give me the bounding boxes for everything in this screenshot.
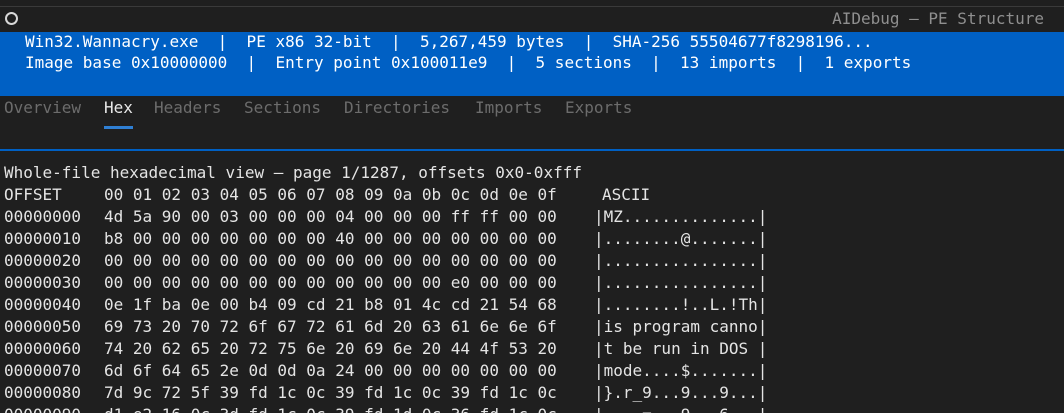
tab-overview[interactable]: Overview: [4, 98, 81, 126]
window-title: AIDebug — PE Structure: [832, 9, 1044, 28]
hex-row-offset: 00000040: [4, 295, 82, 314]
hex-header-row: OFFSET 00 01 02 03 04 05 06 07 08 09 0a …: [4, 184, 650, 206]
hex-row-bytes: 74 20 62 65 20 72 75 6e 20 69 6e 20 44 4…: [104, 339, 557, 358]
hex-row-ascii: |....=...9...6...|: [594, 404, 767, 413]
hex-row-offset: 00000050: [4, 317, 82, 336]
hex-row[interactable]: 00000060 74 20 62 65 20 72 75 6e 20 69 6…: [4, 338, 767, 360]
hex-row-bytes: 69 73 20 70 72 6f 67 72 61 6d 20 63 61 6…: [104, 317, 557, 336]
hex-row[interactable]: 00000070 6d 6f 64 65 2e 0d 0d 0a 24 00 0…: [4, 360, 767, 382]
hex-row-ascii: |................|: [594, 273, 768, 292]
hex-row-ascii: |........@.......|: [594, 229, 768, 248]
hex-row-ascii: |t be run in DOS |: [594, 339, 768, 358]
byte-index-header: 00 01 02 03 04 05 06 07 08 09 0a 0b 0c 0…: [104, 185, 557, 204]
title-bar-divider: [0, 6, 1064, 7]
hex-row-bytes: 6d 6f 64 65 2e 0d 0d 0a 24 00 00 00 00 0…: [104, 361, 557, 380]
hex-row-ascii: |........!..L.!Th|: [594, 295, 768, 314]
hex-row-bytes: 7d 9c 72 5f 39 fd 1c 0c 39 fd 1c 0c 39 f…: [104, 383, 557, 402]
hex-row-ascii: |................|: [594, 251, 768, 270]
offset-column-header: OFFSET: [4, 185, 62, 204]
hex-row-bytes: b8 00 00 00 00 00 00 00 40 00 00 00 00 0…: [104, 229, 557, 248]
hex-row-ascii: |MZ..............|: [594, 207, 768, 226]
hex-row-offset: 00000000: [4, 207, 82, 226]
file-info-banner: Win32.Wannacry.exe | PE x86 32-bit | 5,2…: [0, 32, 1064, 96]
tab-divider: [0, 149, 1064, 151]
hex-row-ascii: |is program canno|: [594, 317, 768, 336]
tab-headers[interactable]: Headers: [154, 98, 221, 126]
hex-row[interactable]: 00000090 d1 e2 16 0c 3d fd 1c 0c 39 fd 1…: [4, 404, 767, 413]
file-summary-line: Win32.Wannacry.exe | PE x86 32-bit | 5,2…: [25, 32, 873, 51]
hex-row[interactable]: 00000010 b8 00 00 00 00 00 00 00 40 00 0…: [4, 228, 767, 250]
hex-row-bytes: 00 00 00 00 00 00 00 00 00 00 00 00 00 0…: [104, 251, 557, 270]
hex-row-offset: 00000060: [4, 339, 82, 358]
tab-imports[interactable]: Imports: [475, 98, 542, 126]
pe-summary-line: Image base 0x10000000 | Entry point 0x10…: [25, 53, 912, 72]
hex-row[interactable]: 00000030 00 00 00 00 00 00 00 00 00 00 0…: [4, 272, 767, 294]
ascii-column-header: ASCII: [602, 185, 651, 204]
hex-row[interactable]: 00000050 69 73 20 70 72 6f 67 72 61 6d 2…: [4, 316, 767, 338]
hex-row-offset: 00000030: [4, 273, 82, 292]
hex-row[interactable]: 00000080 7d 9c 72 5f 39 fd 1c 0c 39 fd 1…: [4, 382, 767, 404]
hex-row[interactable]: 00000000 4d 5a 90 00 03 00 00 00 04 00 0…: [4, 206, 767, 228]
hex-row-bytes: d1 e2 16 0c 3d fd 1c 0c 39 fd 1d 0c 36 f…: [104, 404, 557, 413]
hex-row-bytes: 00 00 00 00 00 00 00 00 00 00 00 00 e0 0…: [104, 273, 557, 292]
hex-row-offset: 00000020: [4, 251, 82, 270]
hex-row[interactable]: 00000020 00 00 00 00 00 00 00 00 00 00 0…: [4, 250, 767, 272]
tab-hex[interactable]: Hex: [104, 98, 133, 129]
hex-caption: Whole-file hexadecimal view — page 1/128…: [4, 163, 582, 182]
tab-bar: Overview Hex Headers Sections Directorie…: [0, 96, 1064, 132]
tab-directories[interactable]: Directories: [344, 98, 450, 126]
circle-menu-icon[interactable]: [5, 12, 18, 25]
hex-row-offset: 00000080: [4, 383, 82, 402]
hex-row-bytes: 0e 1f ba 0e 00 b4 09 cd 21 b8 01 4c cd 2…: [104, 295, 557, 314]
hex-row-ascii: |mode....$.......|: [594, 361, 768, 380]
tab-exports[interactable]: Exports: [565, 98, 632, 126]
app-window: AIDebug — PE Structure Win32.Wannacry.ex…: [0, 0, 1064, 413]
hex-row[interactable]: 00000040 0e 1f ba 0e 00 b4 09 cd 21 b8 0…: [4, 294, 767, 316]
hex-row-offset: 00000090: [4, 404, 81, 413]
hex-row-bytes: 4d 5a 90 00 03 00 00 00 04 00 00 00 ff f…: [104, 207, 557, 226]
hex-view[interactable]: Whole-file hexadecimal view — page 1/128…: [4, 162, 767, 413]
title-bar: AIDebug — PE Structure: [0, 0, 1064, 32]
tab-sections[interactable]: Sections: [244, 98, 321, 126]
hex-row-offset: 00000010: [4, 229, 82, 248]
hex-row-offset: 00000070: [4, 361, 82, 380]
hex-row-ascii: |}.r_9...9...9...|: [594, 383, 768, 402]
